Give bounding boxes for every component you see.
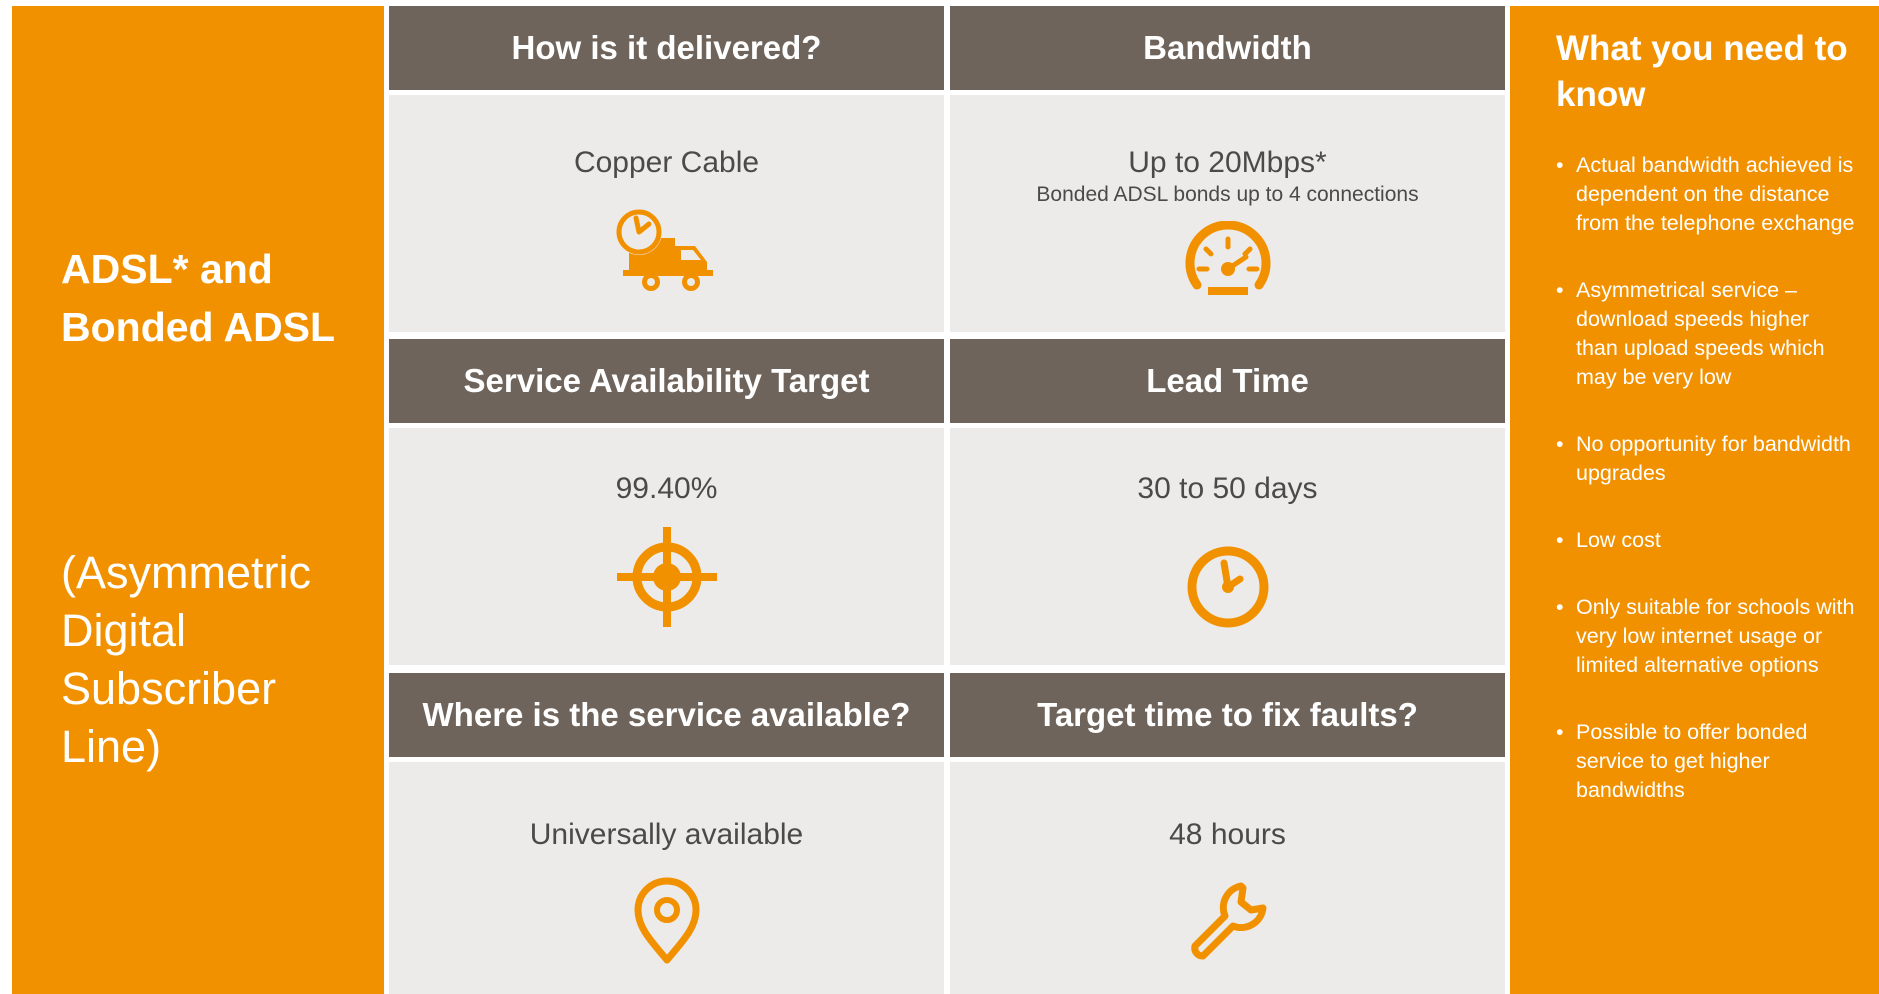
service-subtitle: (Asymmetric Digital Subscriber Line) (61, 547, 311, 772)
key-points-list: Actual bandwidth achieved is dependent o… (1556, 151, 1856, 843)
fix-faults-cell: 48 hours (950, 762, 1505, 994)
bandwidth-value: Up to 20Mbps* (1128, 146, 1327, 179)
fix-faults-value: 48 hours (1169, 818, 1286, 851)
list-item: Low cost (1556, 526, 1856, 555)
service-location-cell: Universally available (389, 762, 944, 994)
left-panel: ADSL* and Bonded ADSL (Asymmetric Digita… (12, 6, 384, 994)
service-location-header: Where is the service available? (389, 673, 944, 757)
service-title: ADSL* and Bonded ADSL (61, 246, 336, 350)
list-item: Possible to offer bonded service to get … (1556, 718, 1856, 805)
service-location-value: Universally available (529, 818, 804, 851)
delivery-truck-clock-icon (615, 208, 719, 298)
location-pin-icon (632, 876, 702, 964)
lead-time-header: Lead Time (950, 339, 1505, 423)
availability-target-value: 99.40% (615, 472, 718, 505)
delivery-value: Copper Cable (573, 146, 760, 179)
target-crosshair-icon (616, 527, 717, 627)
delivery-cell: Copper Cable (389, 95, 944, 332)
fix-faults-header: Target time to fix faults? (950, 673, 1505, 757)
bandwidth-header: Bandwidth (950, 6, 1505, 90)
what-you-need-to-know-heading: What you need to know (1556, 29, 1848, 114)
bandwidth-note: Bonded ADSL bonds up to 4 connections (1036, 183, 1419, 206)
delivery-header: How is it delivered? (389, 6, 944, 90)
list-item: Only suitable for schools with very low … (1556, 593, 1856, 680)
bandwidth-cell: Up to 20Mbps* Bonded ADSL bonds up to 4 … (950, 95, 1505, 332)
speedometer-icon (1183, 221, 1273, 297)
list-item: Asymmetrical service – download speeds h… (1556, 276, 1856, 392)
wrench-icon (1185, 878, 1271, 964)
lead-time-cell: 30 to 50 days (950, 428, 1505, 665)
availability-target-header: Service Availability Target (389, 339, 944, 423)
list-item: Actual bandwidth achieved is dependent o… (1556, 151, 1856, 238)
what-you-need-to-know-panel: What you need to know Actual bandwidth a… (1510, 6, 1879, 994)
availability-target-cell: 99.40% (389, 428, 944, 665)
lead-time-value: 30 to 50 days (1137, 472, 1318, 505)
clock-icon (1186, 545, 1270, 629)
list-item: No opportunity for bandwidth upgrades (1556, 430, 1856, 488)
